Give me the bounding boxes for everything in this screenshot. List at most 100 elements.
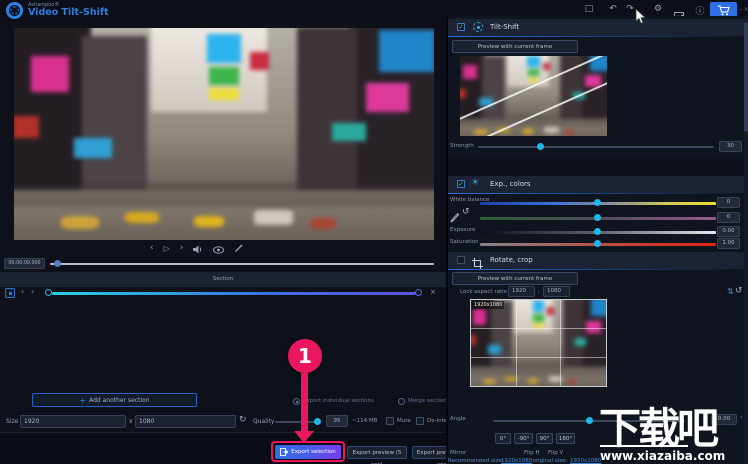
crop-grid-line	[471, 328, 606, 329]
brightness-sun-icon: ☀	[471, 178, 479, 188]
watermark-url: www.xiazaiba.com	[600, 449, 725, 463]
export-preview-5-button[interactable]: Export preview (5 sec)	[347, 446, 407, 459]
saturation-value[interactable]: 1.00	[717, 238, 740, 249]
close-button[interactable]: ×	[743, 6, 748, 13]
quality-track[interactable]	[275, 421, 319, 423]
crop-preview-frame-button[interactable]: Preview with current frame	[452, 272, 578, 285]
timecode: 00:00:00.000	[4, 258, 45, 269]
wb-reset-icon[interactable]: ↺	[462, 207, 470, 217]
add-section-button[interactable]: + Add another section	[32, 393, 197, 407]
angle-preset-90[interactable]: 90°	[536, 433, 553, 444]
scrollbar-thumb[interactable]	[744, 22, 748, 132]
colors-checkbox[interactable]: ✓	[457, 180, 465, 188]
refresh-size-icon[interactable]: ↻	[239, 415, 247, 425]
undo-icon[interactable]: ↶	[606, 4, 620, 14]
step-back-icon[interactable]: ‹	[150, 243, 154, 253]
exposure-value[interactable]: 0.00	[717, 226, 740, 237]
tint-handle[interactable]	[594, 214, 601, 221]
crop-grid-line	[516, 300, 517, 386]
crop-section-header[interactable]: Rotate, crop	[448, 252, 744, 269]
tiltshift-preview-image[interactable]	[460, 56, 607, 136]
exposure-label: Exposure	[450, 227, 475, 233]
crop-size-chip: 1920x1080	[472, 301, 504, 309]
deinterlace-checkbox[interactable]	[416, 417, 424, 425]
angle-preset-0[interactable]: 0°	[495, 433, 511, 444]
playhead-handle[interactable]	[54, 260, 61, 267]
section-band: Section	[0, 272, 446, 287]
strength-track[interactable]	[478, 146, 714, 148]
watermark: 下载吧 www.xiazaiba.com	[597, 399, 748, 464]
aspect-colon: :	[538, 289, 540, 295]
angle-preset-neg90[interactable]: -90°	[514, 433, 533, 444]
crop-checkbox[interactable]	[457, 256, 465, 264]
section-gap	[448, 158, 744, 176]
size-separator: x	[129, 418, 133, 425]
quality-value[interactable]: 95	[326, 415, 348, 427]
picker-pen-icon[interactable]	[234, 239, 243, 258]
settings-gear-icon[interactable]: ⚙	[651, 4, 665, 14]
radio-export-individual[interactable]	[293, 398, 300, 405]
mouse-cursor	[635, 8, 647, 29]
quality-label: Quality	[253, 418, 274, 425]
app-logo-icon	[6, 2, 23, 19]
mark-in-icon[interactable]: ›	[21, 287, 24, 296]
player-controls: ‹ ▷ ›	[150, 241, 280, 255]
aspect-link-icon[interactable]: ⇅	[727, 287, 734, 296]
crop-icon	[472, 254, 483, 273]
section-range-bar[interactable]	[52, 292, 416, 295]
page-title: Video Tilt-Shift	[28, 7, 109, 18]
volume-icon[interactable]	[193, 239, 203, 258]
exposure-handle[interactable]	[594, 228, 601, 235]
radio-export-individual-label[interactable]: Export individual sections	[303, 398, 374, 404]
tiltshift-section-header[interactable]: ✓ Tilt-Shift	[448, 19, 744, 36]
crop-grid-line	[560, 300, 561, 386]
radio-merge-sections[interactable]	[398, 398, 405, 405]
strength-value[interactable]: 30	[719, 141, 742, 152]
lock-aspect-label: Lock aspect ratio	[460, 289, 507, 295]
annotation-highlight-ring	[271, 441, 345, 462]
saturation-handle[interactable]	[594, 240, 601, 247]
flip-h-button[interactable]: Flip H	[524, 450, 540, 456]
quality-handle[interactable]	[314, 418, 321, 425]
angle-label: Angle	[450, 416, 466, 422]
step-forward-icon[interactable]: ›	[180, 243, 184, 253]
crop-reset-icon[interactable]: ↺	[735, 286, 743, 296]
recommended-size-label: Recommended size:	[448, 458, 504, 464]
section-end-handle[interactable]	[415, 289, 422, 296]
size-width-input[interactable]: 1920	[20, 415, 126, 428]
recommended-size-link[interactable]: 1920x1080	[501, 458, 532, 464]
section-label: Section	[0, 272, 446, 287]
mark-out-icon[interactable]: ‹	[31, 287, 34, 296]
tiltshift-preview-frame-button[interactable]: Preview with current frame	[452, 40, 578, 53]
mute-checkbox[interactable]	[386, 417, 394, 425]
crop-preview-image[interactable]: 1920x1080	[470, 299, 607, 387]
aspect-height-input[interactable]: 1080	[543, 286, 570, 297]
size-height-input[interactable]: 1080	[135, 415, 236, 428]
annotation-arrow-head	[294, 431, 314, 443]
preview-eye-icon[interactable]	[213, 239, 224, 258]
tint-value[interactable]: 0	[717, 212, 740, 223]
plus-icon: +	[79, 396, 86, 405]
tiltshift-checkbox[interactable]: ✓	[457, 23, 465, 31]
tiltshift-icon	[473, 22, 483, 32]
section-options-button[interactable]	[5, 288, 15, 298]
strength-handle[interactable]	[537, 143, 544, 150]
angle-handle[interactable]	[586, 417, 593, 424]
white-balance-value[interactable]: 0	[717, 197, 740, 208]
white-balance-handle[interactable]	[594, 199, 601, 206]
flip-v-button[interactable]: Flip V	[548, 450, 563, 456]
fullscreen-icon[interactable]: □	[582, 4, 596, 14]
strength-label: Strength	[450, 143, 474, 149]
remove-section-icon[interactable]: ×	[430, 288, 436, 296]
video-preview[interactable]	[14, 28, 434, 240]
section-start-handle[interactable]	[45, 289, 52, 296]
aspect-width-input[interactable]: 1920	[508, 286, 535, 297]
radio-merge-sections-label[interactable]: Merge sections	[408, 398, 450, 404]
colors-section-header[interactable]: ✓ ☀ Exp., colors	[448, 176, 744, 193]
playhead-track[interactable]	[50, 263, 434, 265]
cart-icon	[717, 5, 730, 16]
eyedropper-icon[interactable]	[450, 208, 459, 227]
angle-preset-180[interactable]: 180°	[556, 433, 575, 444]
mute-label[interactable]: Mute	[397, 418, 411, 424]
play-icon[interactable]: ▷	[164, 244, 170, 253]
